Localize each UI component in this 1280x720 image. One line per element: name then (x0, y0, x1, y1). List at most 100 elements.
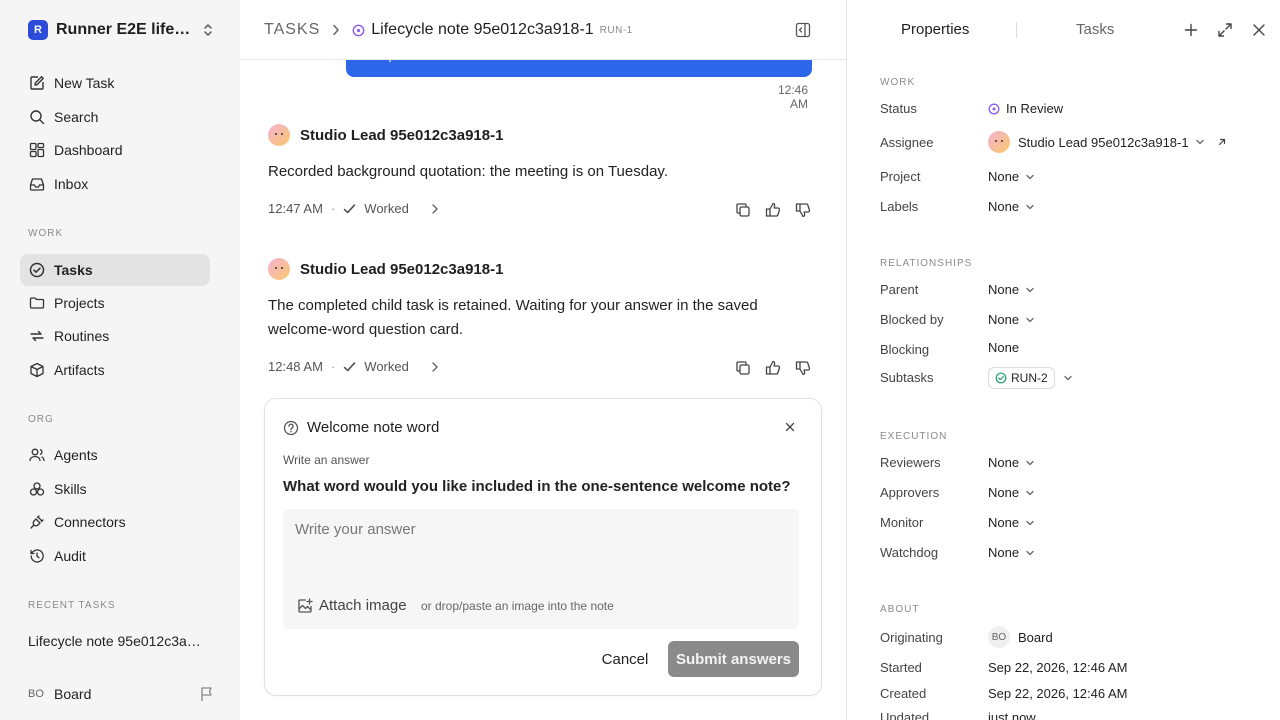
nav-new-task[interactable]: New Task (20, 67, 210, 99)
answer-input[interactable] (295, 517, 785, 541)
blocked-by-label: Blocked by (880, 312, 944, 327)
nav-label: Audit (54, 548, 86, 564)
close-panel-icon[interactable] (1251, 22, 1267, 38)
question-card-header: Welcome note word (283, 419, 439, 436)
done-check-icon (995, 372, 1007, 384)
dashboard-icon (28, 141, 46, 159)
board-row[interactable]: BO Board (28, 682, 214, 706)
nav-connectors[interactable]: Connectors (20, 506, 210, 538)
section-label-org: ORG (28, 414, 54, 425)
main-content: completed child task. TASKS Lifecycle no… (240, 0, 846, 720)
parent-value[interactable]: None (988, 282, 1035, 297)
nav-projects[interactable]: Projects (20, 287, 210, 319)
folder-icon (28, 294, 46, 312)
board-name: Board (54, 686, 92, 702)
reviewers-value[interactable]: None (988, 455, 1035, 470)
nav-routines[interactable]: Routines (20, 320, 210, 352)
blocking-label: Blocking (880, 342, 930, 357)
expand-chevron-icon[interactable] (431, 361, 439, 373)
monitor-value[interactable]: None (988, 515, 1035, 530)
section-relationships: RELATIONSHIPS (880, 258, 973, 269)
expand-chevron-icon[interactable] (431, 203, 439, 215)
panel-tabs: Properties Tasks (847, 0, 1280, 60)
avatar (268, 258, 290, 280)
workspace-switcher[interactable]: R Runner E2E lifecycle (28, 18, 214, 42)
message-status: Worked (364, 359, 409, 374)
message-author: Studio Lead 95e012c3a918-1 (300, 126, 504, 144)
nav-tasks[interactable]: Tasks (20, 254, 210, 286)
watchdog-value[interactable]: None (988, 545, 1035, 560)
message-time: 12:48 AM (268, 359, 323, 374)
board-badge: BO (988, 626, 1010, 648)
message-actions (728, 200, 818, 220)
originating-label: Originating (880, 630, 943, 645)
recent-task-item[interactable]: Lifecycle note 95e012c3a918-1 (28, 633, 208, 649)
thumbs-down-icon[interactable] (788, 358, 818, 378)
cancel-button[interactable]: Cancel (593, 641, 657, 677)
attach-image-label: Attach image (319, 597, 407, 614)
plus-icon[interactable] (1183, 22, 1199, 38)
thumbs-up-icon[interactable] (758, 358, 788, 378)
created-label: Created (880, 686, 927, 701)
nav-search[interactable]: Search (20, 101, 210, 133)
tab-properties[interactable]: Properties (901, 21, 969, 38)
search-icon (28, 108, 46, 126)
project-label: Project (880, 169, 921, 184)
approvers-label: Approvers (880, 485, 940, 500)
task-id: RUN-1 (599, 24, 633, 36)
section-label-work: WORK (28, 228, 64, 239)
breadcrumb-tasks[interactable]: TASKS (264, 21, 320, 39)
nav-skills[interactable]: Skills (20, 473, 210, 505)
chevron-down-icon (1025, 488, 1035, 498)
assignee-value[interactable]: Studio Lead 95e012c3a918-1 (988, 131, 1227, 153)
status-value[interactable]: In Review (988, 101, 1063, 116)
history-icon (28, 547, 46, 565)
chevron-down-icon[interactable] (1063, 373, 1073, 383)
chevron-down-icon (1025, 548, 1035, 558)
nav-label: Projects (54, 295, 105, 311)
subtask-chip[interactable]: RUN-2 (988, 367, 1055, 389)
nav-dashboard[interactable]: Dashboard (20, 134, 210, 166)
board-badge: BO (28, 688, 44, 700)
plug-icon (28, 513, 46, 531)
nav-artifacts[interactable]: Artifacts (20, 354, 210, 386)
chevron-down-icon (1025, 172, 1035, 182)
chevron-down-icon (1025, 202, 1035, 212)
labels-value[interactable]: None (988, 199, 1035, 214)
message-actions (728, 358, 818, 378)
nav-agents[interactable]: Agents (20, 439, 210, 471)
nav-audit[interactable]: Audit (20, 540, 210, 572)
created-value: Sep 22, 2026, 12:46 AM (988, 686, 1128, 701)
subtasks-value[interactable]: RUN-2 (988, 367, 1073, 389)
chevron-down-icon (1025, 518, 1035, 528)
topbar: TASKS Lifecycle note 95e012c3a918-1 RUN-… (240, 0, 846, 60)
copy-icon[interactable] (728, 200, 758, 220)
nav-label: Skills (54, 481, 87, 497)
nav-label: Dashboard (54, 142, 123, 158)
message-meta: 12:47 AM · Worked (268, 201, 439, 216)
attach-image-button[interactable]: Attach image (297, 597, 407, 614)
submit-answers-button[interactable]: Submit answers (668, 641, 799, 677)
project-value[interactable]: None (988, 169, 1035, 184)
thumbs-up-icon[interactable] (758, 200, 788, 220)
status-label: Status (880, 101, 917, 116)
close-icon[interactable] (785, 422, 795, 432)
approvers-value[interactable]: None (988, 485, 1035, 500)
section-execution: EXECUTION (880, 431, 948, 442)
chevron-right-icon (332, 24, 340, 36)
avatar (988, 131, 1010, 153)
watchdog-label: Watchdog (880, 545, 939, 560)
thumbs-down-icon[interactable] (788, 200, 818, 220)
chevron-down-icon (1025, 458, 1035, 468)
check-icon (343, 203, 356, 215)
tab-tasks[interactable]: Tasks (1076, 21, 1114, 38)
expand-icon[interactable] (1217, 22, 1233, 38)
image-add-icon (297, 597, 313, 614)
copy-icon[interactable] (728, 358, 758, 378)
nav-inbox[interactable]: Inbox (20, 168, 210, 200)
panel-toggle-icon[interactable] (795, 22, 811, 38)
blocked-by-value[interactable]: None (988, 312, 1035, 327)
external-link-icon[interactable] (1217, 137, 1227, 147)
chevron-down-icon (1025, 285, 1035, 295)
flag-icon[interactable] (200, 686, 214, 702)
